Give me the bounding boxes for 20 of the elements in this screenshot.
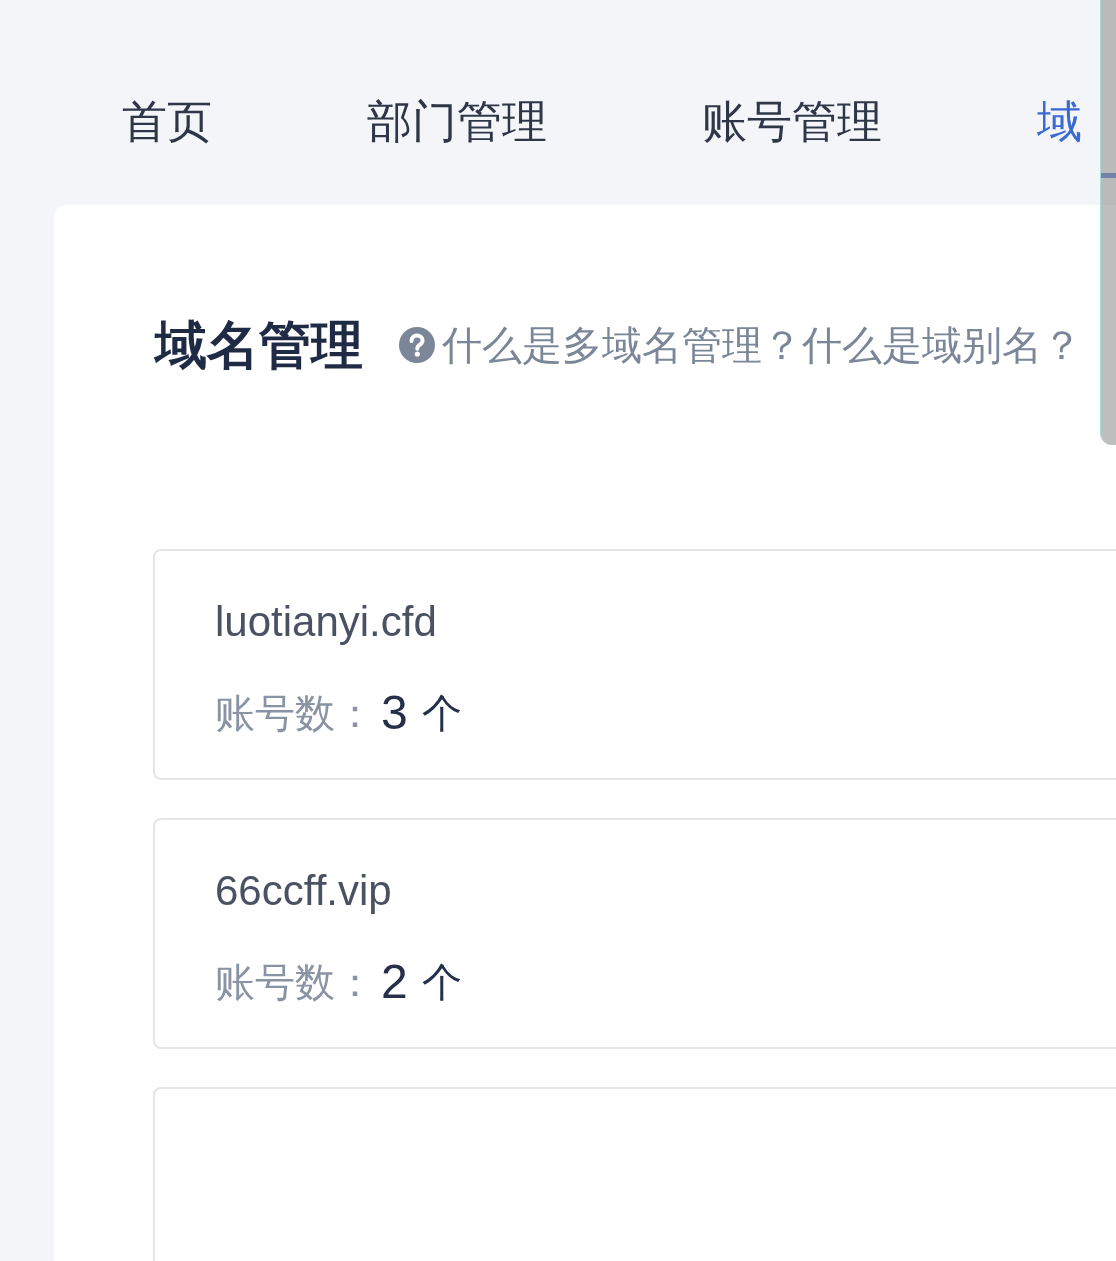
- count-value: 2: [381, 954, 408, 1010]
- domain-name: 66ccff.vip: [215, 866, 392, 916]
- tab[interactable]: 账号管理: [702, 95, 882, 180]
- help-link[interactable]: 什么是多域名管理？: [442, 321, 802, 369]
- count-unit: 个: [421, 690, 462, 737]
- domain-card[interactable]: luotianyi.cfd 账号数：3 个: [153, 549, 1116, 780]
- help-icon[interactable]: [399, 327, 435, 363]
- count-value: 3: [381, 685, 408, 741]
- count-label: 账号数：: [215, 690, 375, 737]
- edge-handle[interactable]: [1100, 0, 1116, 445]
- panel-title: 域名管理: [155, 315, 363, 376]
- domain-name: luotianyi.cfd: [215, 597, 437, 647]
- count-unit: 个: [421, 959, 462, 1006]
- count-label: 账号数：: [215, 959, 375, 1006]
- domain-card[interactable]: [153, 1087, 1116, 1261]
- help-link[interactable]: 什么是域别名？: [802, 321, 1082, 369]
- domain-card[interactable]: 66ccff.vip 账号数：2 个: [153, 818, 1116, 1049]
- tab[interactable]: 首页: [122, 95, 212, 180]
- tab[interactable]: 部门管理: [367, 95, 547, 180]
- tab[interactable]: 域: [1037, 95, 1116, 180]
